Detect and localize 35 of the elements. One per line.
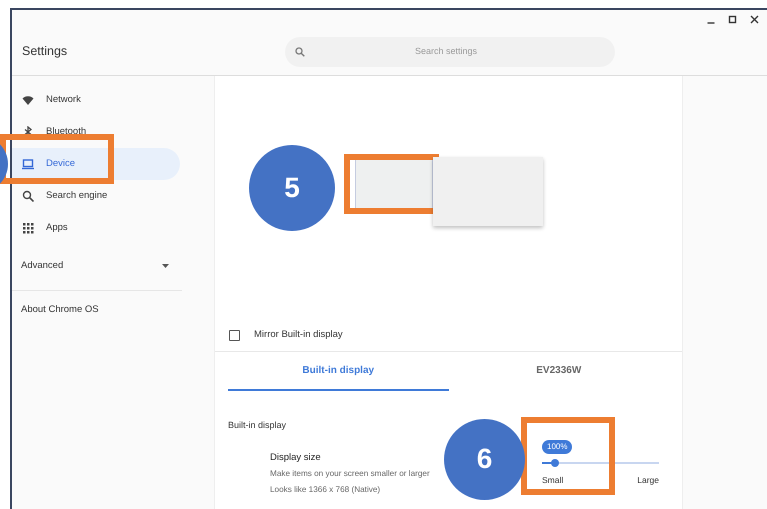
tab[interactable]: EV2336W <box>448 352 669 391</box>
laptop-icon <box>22 158 34 170</box>
wifi-icon <box>22 94 34 106</box>
search-field[interactable]: Search settings <box>305 44 615 60</box>
apps-grid-icon <box>22 222 34 234</box>
sidebar-item[interactable]: Apps <box>12 212 180 244</box>
sidebar-item[interactable]: Bluetooth <box>12 116 180 148</box>
maximize-button[interactable] <box>726 13 739 26</box>
slider-thumb[interactable] <box>550 458 559 466</box>
callout-number: 6 <box>444 418 525 500</box>
setting-title: Display size <box>270 450 321 464</box>
search-icon <box>22 190 34 202</box>
minimize-icon <box>706 22 714 24</box>
mirror-checkbox[interactable] <box>229 330 240 341</box>
search-icon <box>295 46 305 56</box>
window-title: Settings <box>21 43 68 60</box>
caret-icon <box>162 264 169 268</box>
sidebar-item[interactable]: Device <box>12 148 180 180</box>
value-bubble: 100% <box>542 440 572 454</box>
search-bar[interactable]: Search settings <box>285 36 615 66</box>
close-button[interactable] <box>748 13 761 26</box>
resolution-text: Looks like 1366 x 768 (Native) <box>270 484 380 496</box>
section-title: Built-in display <box>228 420 286 430</box>
advanced-toggle[interactable]: Advanced <box>12 248 177 284</box>
setting-description: Make items on your screen smaller or larger <box>270 468 430 480</box>
sidebar-item[interactable]: Network <box>12 84 180 116</box>
sidebar-item[interactable]: Search engine <box>12 180 180 212</box>
slider-max-label: Large <box>637 474 659 486</box>
tab[interactable]: Built-in display <box>228 352 448 391</box>
maximize-icon <box>728 15 737 24</box>
slider-min-label: Small <box>542 474 564 486</box>
callout-number: 5 <box>249 145 335 231</box>
sidebar-link[interactable]: About Chrome OS <box>12 303 214 318</box>
close-icon <box>750 15 759 24</box>
checkbox-label: Mirror Built-in display <box>254 328 343 342</box>
